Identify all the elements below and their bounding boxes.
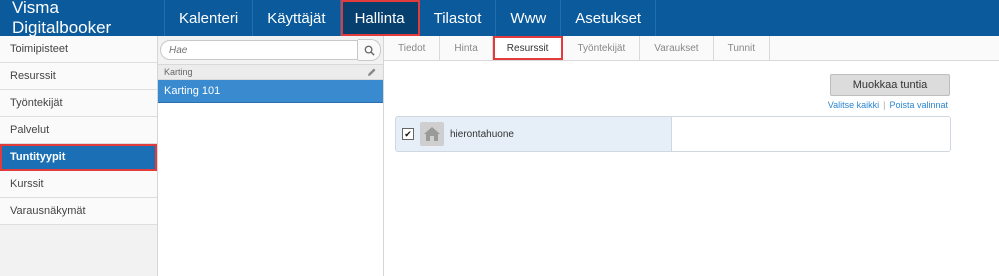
nav-tilastot[interactable]: Tilastot [420, 0, 497, 36]
brand-title: Visma Digitalbooker [0, 0, 165, 37]
search-input[interactable] [160, 40, 358, 60]
sidebar-item-tyontekijat[interactable]: Työntekijät [0, 90, 157, 117]
list-column: Karting Karting 101 [158, 36, 384, 276]
search-icon [364, 45, 375, 56]
deselect-link[interactable]: Poista valinnat [889, 100, 948, 110]
sidebar-item-palvelut[interactable]: Palvelut [0, 117, 157, 144]
tab-tiedot[interactable]: Tiedot [384, 36, 441, 60]
list-group-header: Karting [158, 65, 383, 80]
house-icon [420, 122, 444, 146]
sidebar-item-toimipisteet[interactable]: Toimipisteet [0, 36, 157, 63]
top-nav-bar: Visma Digitalbooker Kalenteri Käyttäjät … [0, 0, 999, 37]
select-all-link[interactable]: Valitse kaikki [828, 100, 879, 110]
edit-hour-button[interactable]: Muokkaa tuntia [830, 74, 950, 96]
pencil-icon[interactable] [367, 67, 377, 77]
nav-kayttajat[interactable]: Käyttäjät [253, 0, 341, 36]
sidebar-item-resurssit[interactable]: Resurssit [0, 63, 157, 90]
resource-name: hierontahuone [450, 128, 514, 140]
sidebar-item-kurssit[interactable]: Kurssit [0, 171, 157, 198]
tab-hinta[interactable]: Hinta [440, 36, 493, 60]
tab-tyontekijat[interactable]: Työntekijät [563, 36, 641, 60]
sidebar-item-varausnakymat[interactable]: Varausnäkymät [0, 198, 157, 225]
sidebar: Toimipisteet Resurssit Työntekijät Palve… [0, 36, 158, 276]
list-group-label: Karting [164, 67, 193, 77]
tab-varaukset[interactable]: Varaukset [640, 36, 714, 60]
resource-detail-area [672, 117, 950, 151]
link-separator: | [883, 100, 886, 110]
nav-kalenteri[interactable]: Kalenteri [165, 0, 254, 36]
tab-resurssit[interactable]: Resurssit [492, 36, 564, 60]
main-panel: Tiedot Hinta Resurssit Työntekijät Varau… [384, 36, 999, 276]
resource-row[interactable]: ✔ hierontahuone [396, 117, 672, 151]
list-item[interactable]: Karting 101 [158, 80, 383, 103]
search-button[interactable] [358, 39, 381, 61]
nav-www[interactable]: Www [496, 0, 562, 36]
resource-card: ✔ hierontahuone [395, 116, 951, 152]
nav-asetukset[interactable]: Asetukset [561, 0, 657, 36]
selection-links: Valitse kaikki | Poista valinnat [828, 100, 948, 110]
resource-checkbox[interactable]: ✔ [402, 128, 414, 140]
tab-tunnit[interactable]: Tunnit [714, 36, 770, 60]
tab-bar: Tiedot Hinta Resurssit Työntekijät Varau… [384, 36, 999, 61]
search-bar [158, 36, 383, 65]
nav-hallinta[interactable]: Hallinta [340, 0, 420, 36]
sidebar-item-tuntityypit[interactable]: Tuntityypit [0, 144, 157, 171]
